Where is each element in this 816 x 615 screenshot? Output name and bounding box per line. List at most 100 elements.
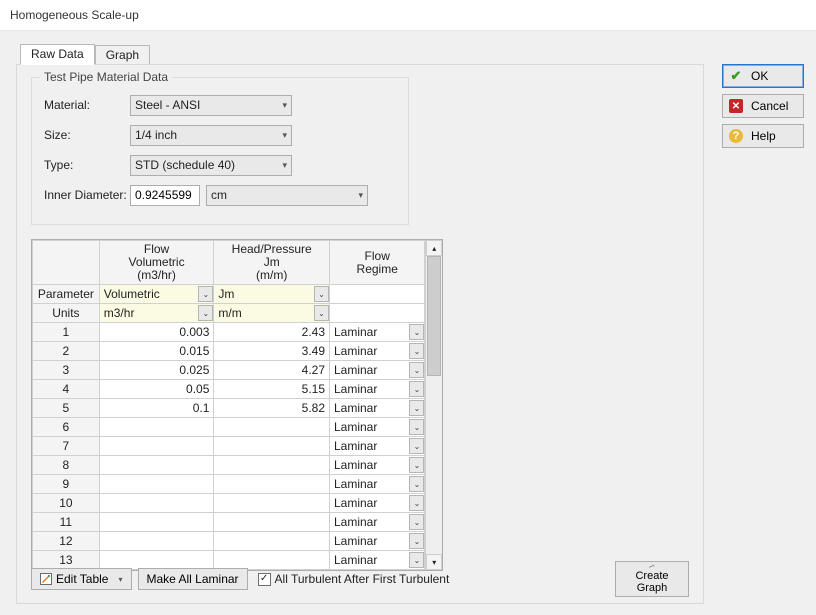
row-number: 9: [33, 475, 100, 494]
cell-flow[interactable]: [99, 532, 214, 551]
cell-flow[interactable]: [99, 437, 214, 456]
rowhead-parameter: Parameter: [33, 285, 100, 304]
cell-head[interactable]: [214, 494, 330, 513]
cell-flow[interactable]: [99, 513, 214, 532]
footer-row: Edit Table ▾ Make All Laminar ✓ All Turb…: [31, 561, 689, 597]
ok-label: OK: [751, 69, 768, 83]
tab-graph[interactable]: Graph: [95, 45, 150, 65]
row-material: Material: Steel - ANSI ▾: [44, 92, 396, 118]
cell-regime[interactable]: Laminar⌄: [330, 456, 425, 475]
edit-table-button[interactable]: Edit Table ▾: [31, 568, 132, 590]
combo-type[interactable]: STD (schedule 40) ▾: [130, 155, 292, 176]
cell-flow[interactable]: 0.015: [99, 342, 214, 361]
tab-raw-data[interactable]: Raw Data: [20, 44, 95, 65]
cell-head[interactable]: [214, 475, 330, 494]
cell-regime[interactable]: Laminar⌄: [330, 323, 425, 342]
cell-param-head[interactable]: Jm⌄: [214, 285, 330, 304]
table-row: 8Laminar⌄: [33, 456, 425, 475]
row-number: 10: [33, 494, 100, 513]
cell-regime[interactable]: Laminar⌄: [330, 399, 425, 418]
cell-regime[interactable]: Laminar⌄: [330, 532, 425, 551]
input-inner-diameter[interactable]: [130, 185, 200, 206]
cell-head[interactable]: 2.43: [214, 323, 330, 342]
header-regime: Flow Regime: [330, 241, 425, 285]
side-column: ✔ OK ✕ Cancel ? Help: [722, 64, 804, 154]
cell-unit-flow[interactable]: m3/hr⌄: [99, 304, 214, 323]
chevron-down-icon: ⌄: [409, 419, 424, 435]
chevron-down-icon: ⌄: [409, 400, 424, 416]
rowhead-units: Units: [33, 304, 100, 323]
cell-head[interactable]: 4.27: [214, 361, 330, 380]
cell-head[interactable]: [214, 513, 330, 532]
combo-size[interactable]: 1/4 inch ▾: [130, 125, 292, 146]
table-row: 40.055.15Laminar⌄: [33, 380, 425, 399]
scrollbar[interactable]: ▴ ▾: [425, 240, 442, 570]
cell-flow[interactable]: [99, 418, 214, 437]
cell-flow[interactable]: [99, 456, 214, 475]
cell-flow[interactable]: 0.05: [99, 380, 214, 399]
make-all-laminar-button[interactable]: Make All Laminar: [138, 568, 248, 590]
row-number: 7: [33, 437, 100, 456]
table-row: 10 Laminar⌄: [33, 494, 425, 513]
cell-head[interactable]: 3.49: [214, 342, 330, 361]
cell-regime[interactable]: Laminar⌄: [330, 494, 425, 513]
table-row-units: Units m3/hr⌄ m/m⌄: [33, 304, 425, 323]
cancel-button[interactable]: ✕ Cancel: [722, 94, 804, 118]
cell-regime[interactable]: Laminar⌄: [330, 380, 425, 399]
cell-flow[interactable]: 0.025: [99, 361, 214, 380]
combo-inner-diameter-unit-value: cm: [211, 186, 227, 205]
cell-head[interactable]: 5.82: [214, 399, 330, 418]
row-number: 5: [33, 399, 100, 418]
cell-head[interactable]: [214, 418, 330, 437]
row-number: 4: [33, 380, 100, 399]
header-blank: [33, 241, 100, 285]
chevron-down-icon: ⌄: [198, 286, 213, 302]
row-number: 12: [33, 532, 100, 551]
row-type: Type: STD (schedule 40) ▾: [44, 152, 396, 178]
cell-regime[interactable]: Laminar⌄: [330, 475, 425, 494]
ok-button[interactable]: ✔ OK: [722, 64, 804, 88]
edit-icon: [40, 573, 52, 585]
help-button[interactable]: ? Help: [722, 124, 804, 148]
test-pipe-group: Test Pipe Material Data Material: Steel …: [31, 77, 409, 225]
table-row: 50.15.82Laminar⌄: [33, 399, 425, 418]
cell-unit-head[interactable]: m/m⌄: [214, 304, 330, 323]
cell-flow[interactable]: 0.003: [99, 323, 214, 342]
row-number: 6: [33, 418, 100, 437]
edit-table-label: Edit Table: [56, 572, 108, 586]
combo-material[interactable]: Steel - ANSI ▾: [130, 95, 292, 116]
cell-flow[interactable]: 0.1: [99, 399, 214, 418]
check-icon: ✔: [729, 69, 743, 83]
label-type: Type:: [44, 158, 130, 172]
cell-regime[interactable]: Laminar⌄: [330, 437, 425, 456]
cell-head[interactable]: [214, 437, 330, 456]
checkbox-icon: ✓: [258, 573, 271, 586]
cell-regime[interactable]: Laminar⌄: [330, 513, 425, 532]
cell-regime[interactable]: Laminar⌄: [330, 361, 425, 380]
scroll-thumb[interactable]: [427, 256, 441, 376]
close-icon: ✕: [729, 99, 743, 113]
cell-regime[interactable]: Laminar⌄: [330, 418, 425, 437]
cell-flow[interactable]: [99, 494, 214, 513]
cell-flow[interactable]: [99, 475, 214, 494]
tabstrip: Raw Data Graph: [20, 44, 704, 64]
cell-head[interactable]: [214, 456, 330, 475]
chevron-down-icon: ⌄: [409, 457, 424, 473]
scroll-up-icon[interactable]: ▴: [426, 240, 442, 256]
tab-inner: Test Pipe Material Data Material: Steel …: [17, 65, 703, 603]
create-graph-button[interactable]: Create Graph: [615, 561, 689, 597]
cell-head[interactable]: [214, 532, 330, 551]
all-turbulent-checkbox-wrap[interactable]: ✓ All Turbulent After First Turbulent: [258, 572, 450, 586]
cell-head[interactable]: 5.15: [214, 380, 330, 399]
scroll-track[interactable]: [426, 256, 442, 554]
cell-param-flow[interactable]: Volumetric⌄: [99, 285, 214, 304]
cell-regime[interactable]: Laminar⌄: [330, 342, 425, 361]
cell-param-regime: [330, 285, 425, 304]
table-row: 9 Laminar⌄: [33, 475, 425, 494]
window-title: Homogeneous Scale-up: [10, 8, 139, 22]
combo-inner-diameter-unit[interactable]: cm ▾: [206, 185, 368, 206]
cell-unit-regime: [330, 304, 425, 323]
table-row: 6 Laminar⌄: [33, 418, 425, 437]
all-turbulent-label: All Turbulent After First Turbulent: [275, 572, 450, 586]
row-size: Size: 1/4 inch ▾: [44, 122, 396, 148]
